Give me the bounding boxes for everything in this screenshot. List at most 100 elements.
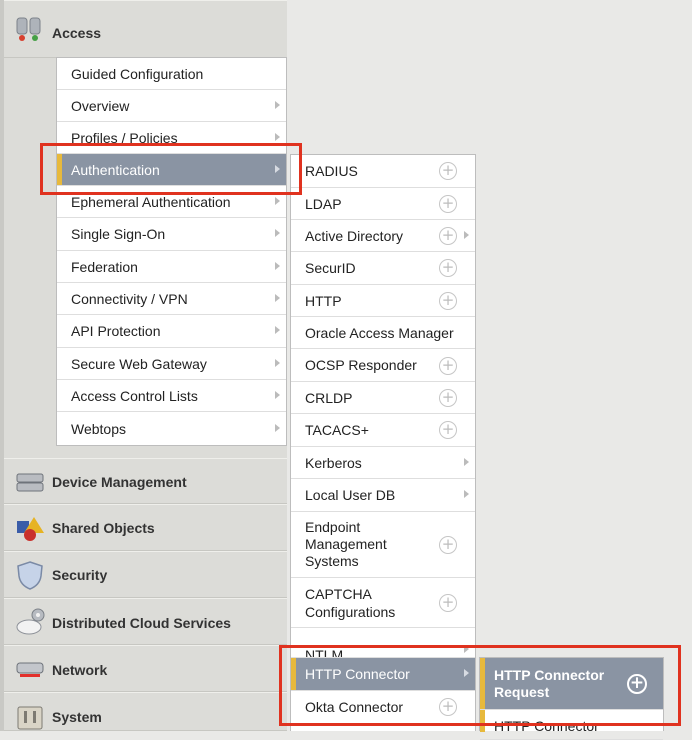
menu-item-tacacs[interactable]: TACACS+ + — [291, 414, 475, 447]
nav-section-security[interactable]: Security — [4, 551, 287, 598]
http-connector-submenu: HTTP Connector Request + HTTP Connector — [479, 657, 664, 740]
menu-item-secure-web-gateway[interactable]: Secure Web Gateway — [57, 348, 286, 380]
cloud-gear-icon — [14, 605, 46, 635]
chevron-right-icon — [275, 229, 280, 237]
menu-item-http[interactable]: HTTP + — [291, 285, 475, 317]
nav-section-system[interactable]: System — [4, 692, 287, 731]
chevron-right-icon — [275, 196, 280, 205]
chevron-right-icon — [275, 390, 280, 399]
menu-item-radius[interactable]: RADIUS + — [291, 155, 475, 188]
add-icon[interactable]: + — [439, 389, 457, 407]
nav-section-label: System — [52, 709, 102, 725]
chevron-right-icon — [275, 132, 280, 141]
add-icon[interactable]: + — [439, 698, 457, 716]
menu-item-api-protection[interactable]: API Protection — [57, 315, 286, 348]
menu-item-label: LDAP — [305, 195, 342, 212]
menu-item-label: Ephemeral Authentication — [71, 193, 231, 210]
menu-item-label: Authentication — [71, 161, 160, 178]
nav-section-label: Security — [52, 567, 108, 583]
nav-section-label: Access — [52, 25, 102, 41]
menu-item-label: Endpoint Management Systems — [305, 519, 387, 569]
menu-item-oracle-access-manager[interactable]: Oracle Access Manager — [291, 317, 475, 349]
menu-item-kerberos[interactable]: Kerberos — [291, 447, 475, 479]
nav-section-device-management[interactable]: Device Management — [4, 458, 287, 504]
add-icon[interactable]: + — [439, 227, 457, 245]
add-icon[interactable]: + — [439, 421, 457, 439]
add-icon[interactable]: + — [439, 594, 457, 612]
menu-item-local-user-db[interactable]: Local User DB — [291, 479, 475, 512]
menu-item-label: TACACS+ — [305, 422, 369, 438]
menu-item-single-sign-on[interactable]: Single Sign-On — [57, 218, 286, 251]
chevron-right-icon — [275, 326, 280, 334]
nav-section-label: Network — [52, 662, 108, 678]
menu-item-ldap[interactable]: LDAP + — [291, 188, 475, 220]
nav-section-access[interactable]: Access — [4, 0, 287, 58]
menu-item-label: Oracle Access Manager — [305, 324, 454, 341]
add-icon[interactable]: + — [439, 292, 457, 310]
menu-item-access-control-lists[interactable]: Access Control Lists — [57, 380, 286, 412]
menu-item-label: Profiles / Policies — [71, 129, 178, 146]
menu-item-crldp[interactable]: CRLDP + — [291, 382, 475, 414]
menu-item-ephemeral-authentication[interactable]: Ephemeral Authentication — [57, 186, 286, 218]
nav-section-network[interactable]: Network — [4, 645, 287, 692]
chevron-right-icon — [275, 293, 280, 302]
chevron-right-icon — [275, 100, 280, 109]
menu-item-label: HTTP — [305, 292, 342, 309]
menu-item-label: Local User DB — [305, 487, 396, 503]
system-icon — [14, 703, 46, 733]
add-icon[interactable]: + — [439, 195, 457, 213]
nav-section-shared-objects[interactable]: Shared Objects — [4, 504, 287, 551]
shield-icon — [14, 560, 46, 590]
menu-item-label: OCSP Responder — [305, 357, 417, 373]
add-icon[interactable]: + — [627, 674, 647, 694]
nav-section-distributed-cloud-services[interactable]: Distributed Cloud Services — [4, 598, 287, 645]
menu-item-http-connector-secondary[interactable]: HTTP Connector — [480, 710, 663, 740]
menu-item-okta-connector[interactable]: Okta Connector + — [291, 691, 475, 724]
add-icon[interactable]: + — [439, 162, 457, 180]
selection-accent — [480, 710, 485, 732]
menu-item-label: Active Directory — [305, 227, 404, 244]
menu-item-label: CAPTCHA Configurations — [305, 585, 396, 620]
chevron-right-icon — [464, 645, 469, 653]
device-management-icon — [14, 467, 46, 497]
chevron-right-icon — [275, 358, 280, 367]
menu-item-label: Secure Web Gateway — [71, 355, 207, 372]
menu-item-label: CRLDP — [305, 389, 353, 406]
menu-item-connectivity-vpn[interactable]: Connectivity / VPN — [57, 283, 286, 315]
menu-item-label: HTTP Connector Request — [494, 666, 605, 700]
menu-item-ntlm[interactable]: NTLM — [291, 628, 475, 658]
chevron-right-icon — [464, 230, 469, 239]
menu-item-guided-configuration[interactable]: Guided Configuration — [57, 58, 286, 90]
menu-item-federation[interactable]: Federation — [57, 251, 286, 283]
menu-item-profiles-policies[interactable]: Profiles / Policies — [57, 122, 286, 154]
network-icon — [14, 654, 46, 684]
menu-item-http-connector[interactable]: HTTP Connector — [291, 658, 475, 691]
menu-item-securid[interactable]: SecurID + — [291, 252, 475, 285]
nav-section-label: Distributed Cloud Services — [52, 615, 231, 631]
menu-item-webtops[interactable]: Webtops — [57, 412, 286, 445]
menu-item-authentication[interactable]: Authentication — [57, 154, 286, 186]
menu-item-captcha-configurations[interactable]: CAPTCHA Configurations + — [291, 578, 475, 628]
add-icon[interactable]: + — [439, 259, 457, 277]
nav-section-label: Shared Objects — [52, 520, 155, 536]
menu-item-label: Access Control Lists — [71, 387, 198, 404]
menu-item-label: Connectivity / VPN — [71, 290, 188, 307]
menu-item-endpoint-management-systems[interactable]: Endpoint Management Systems + — [291, 512, 475, 578]
menu-item-label: SecurID — [305, 260, 356, 276]
nav-section-label: Device Management — [52, 474, 187, 490]
menu-item-label: Federation — [71, 258, 138, 275]
menu-item-label: Overview — [71, 97, 130, 114]
menu-item-label: HTTP Connector — [494, 718, 599, 734]
menu-item-ocsp-responder[interactable]: OCSP Responder + — [291, 349, 475, 382]
menu-item-http-connector-request[interactable]: HTTP Connector Request + — [480, 658, 663, 710]
add-icon[interactable]: + — [439, 536, 457, 554]
menu-item-label: Okta Connector — [305, 699, 404, 715]
menu-item-active-directory[interactable]: Active Directory + — [291, 220, 475, 252]
chevron-right-icon — [464, 490, 469, 498]
menu-item-overview[interactable]: Overview — [57, 90, 286, 122]
add-icon[interactable]: + — [439, 357, 457, 375]
chevron-right-icon — [275, 164, 280, 173]
menu-item-label: API Protection — [71, 323, 161, 339]
chevron-right-icon — [464, 669, 469, 677]
menu-item-label: HTTP Connector — [305, 666, 410, 682]
